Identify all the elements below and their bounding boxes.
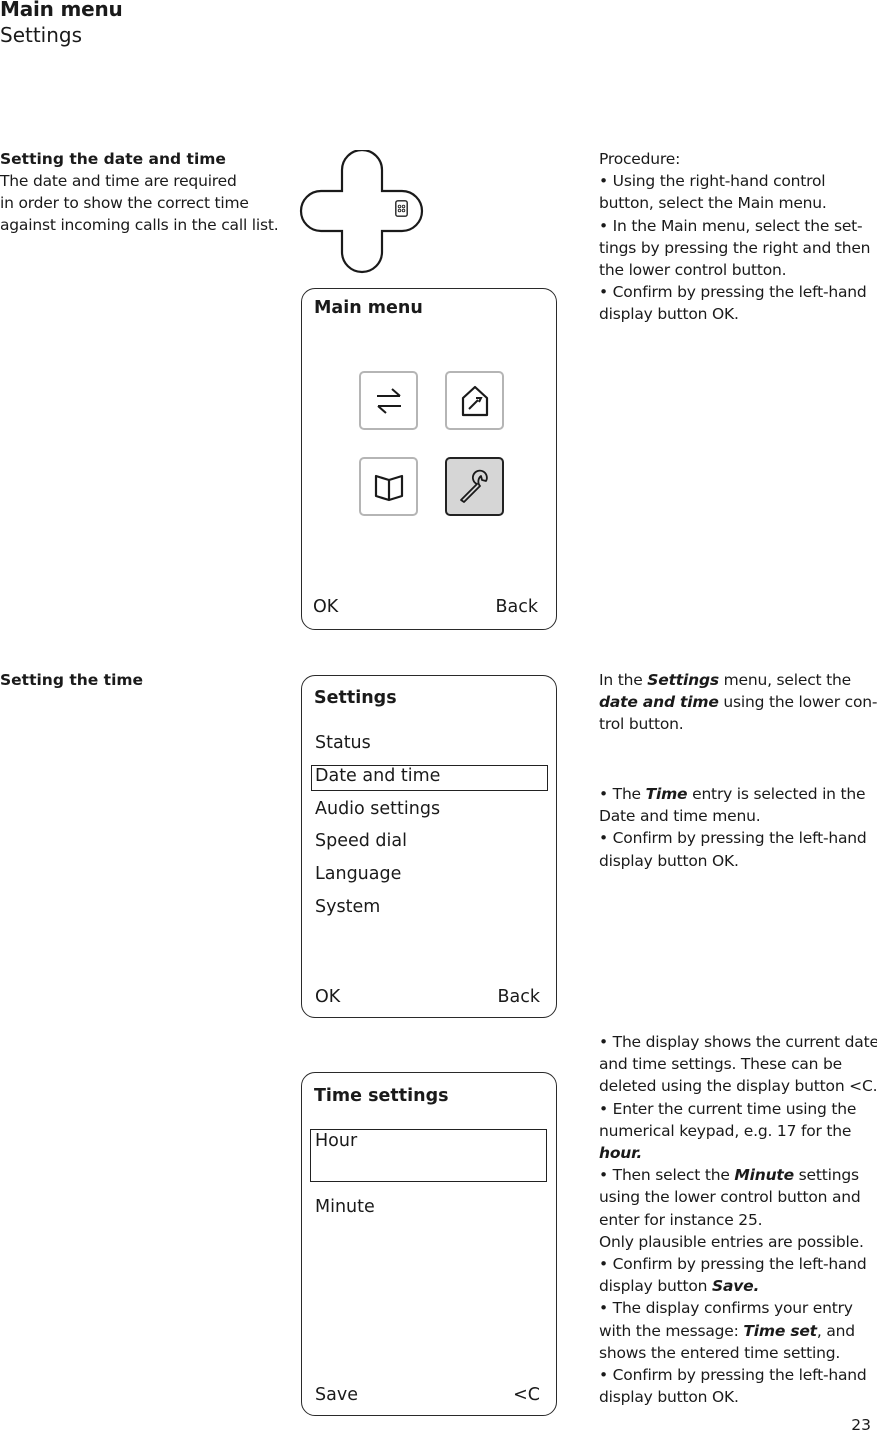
house-wrench-icon — [461, 385, 488, 416]
time-entry-instructions: • The Time entry is selected in the Date… — [599, 783, 877, 872]
page-subtitle: Settings — [0, 23, 83, 47]
field-label-minute[interactable]: Minute — [315, 1197, 375, 1217]
settings-instructions: In the Settings menu, select the date an… — [599, 669, 877, 736]
text: menu, select the — [718, 671, 852, 689]
screen-title: Settings — [314, 688, 397, 708]
softkey-ok[interactable]: OK — [315, 987, 340, 1007]
menu-tile-house-service[interactable] — [445, 371, 504, 430]
section-date-time-intro: Setting the date and time The date and t… — [0, 148, 285, 237]
instruction-paragraph: • Then select the Minute settings using … — [599, 1164, 877, 1231]
procedure-step: • Confirm by pressing the left-hand disp… — [599, 283, 867, 324]
settings-item-date-and-time[interactable]: Date and time — [315, 766, 440, 786]
settings-item-audio-settings[interactable]: Audio settings — [315, 799, 440, 819]
page-number: 23 — [851, 1416, 871, 1434]
instruction-paragraph: • Confirm by pressing the left-hand disp… — [599, 1253, 877, 1297]
menu-tile-transfer[interactable] — [359, 371, 418, 430]
time-instructions: • The display shows the current date and… — [599, 1031, 877, 1408]
screen-title: Time settings — [314, 1086, 449, 1106]
screen-title: Main menu — [314, 298, 423, 318]
keypad-icon — [395, 200, 408, 217]
menu-tile-phonebook[interactable] — [359, 457, 418, 516]
settings-item-language[interactable]: Language — [315, 864, 401, 884]
instruction-paragraph: • Confirm by pressing the left-hand disp… — [599, 1366, 867, 1407]
text: • Enter the current time using the numer… — [599, 1099, 857, 1140]
page-title: Main menu — [0, 0, 123, 21]
emphasis: Minute — [734, 1166, 794, 1185]
softkey-save[interactable]: Save — [315, 1385, 358, 1405]
hour-field[interactable]: Hour — [310, 1129, 547, 1182]
instruction-paragraph: • The display confirms your entry with t… — [599, 1297, 877, 1364]
description-line: against incoming calls in the call list. — [0, 216, 279, 235]
settings-item-speed-dial[interactable]: Speed dial — [315, 831, 407, 851]
instruction-paragraph: • Confirm by pressing the left-hand disp… — [599, 829, 867, 870]
emphasis: date and time — [599, 693, 719, 712]
emphasis: Save. — [712, 1277, 760, 1296]
procedure-step: • In the Main menu, select the set-tings… — [599, 216, 871, 280]
emphasis: Time set — [743, 1321, 817, 1340]
softkey-back[interactable]: Back — [498, 987, 541, 1007]
procedure-label: Procedure: — [599, 150, 681, 168]
emphasis: hour. — [599, 1144, 643, 1163]
instruction-paragraph: • The display shows the current date and… — [599, 1033, 877, 1096]
softkey-ok[interactable]: OK — [313, 597, 338, 617]
text: • Then select the — [599, 1166, 735, 1185]
menu-tile-settings[interactable] — [445, 457, 504, 516]
emphasis: Time — [645, 785, 688, 803]
wrench-icon — [459, 469, 488, 503]
section-heading: Setting the date and time — [0, 150, 226, 168]
instruction-paragraph: • Enter the current time using the numer… — [599, 1098, 877, 1165]
time-settings-screen: Time settings Hour Minute Save <C — [301, 1072, 557, 1416]
settings-item-system[interactable]: System — [315, 897, 380, 917]
section-heading: Setting the time — [0, 671, 144, 689]
procedure-step: • Using the right-hand control button, s… — [599, 172, 827, 213]
control-pad[interactable] — [298, 148, 424, 274]
softkey-back[interactable]: Back — [496, 597, 539, 617]
open-book-icon — [374, 474, 403, 501]
text: In the — [599, 671, 648, 689]
softkey-clear[interactable]: <C — [513, 1385, 540, 1405]
emphasis: Settings — [647, 671, 719, 689]
main-menu-screen: Main menu OK Back — [301, 288, 557, 630]
text: • The — [599, 785, 646, 803]
instruction-paragraph: Only plausible entries are possible. — [599, 1232, 864, 1251]
procedure-text: Procedure: • Using the right-hand contro… — [599, 148, 877, 326]
instruction-paragraph: • The Time entry is selected in the Date… — [599, 783, 877, 827]
settings-screen: Settings Status Date and time Audio sett… — [301, 675, 557, 1018]
field-label-hour: Hour — [315, 1131, 358, 1151]
settings-item-status[interactable]: Status — [315, 733, 371, 753]
description-line: The date and time are required — [0, 172, 237, 190]
instruction-paragraph: In the Settings menu, select the date an… — [599, 669, 877, 736]
description-line: in order to show the correct time — [0, 194, 249, 213]
transfer-arrows-icon — [376, 387, 401, 414]
